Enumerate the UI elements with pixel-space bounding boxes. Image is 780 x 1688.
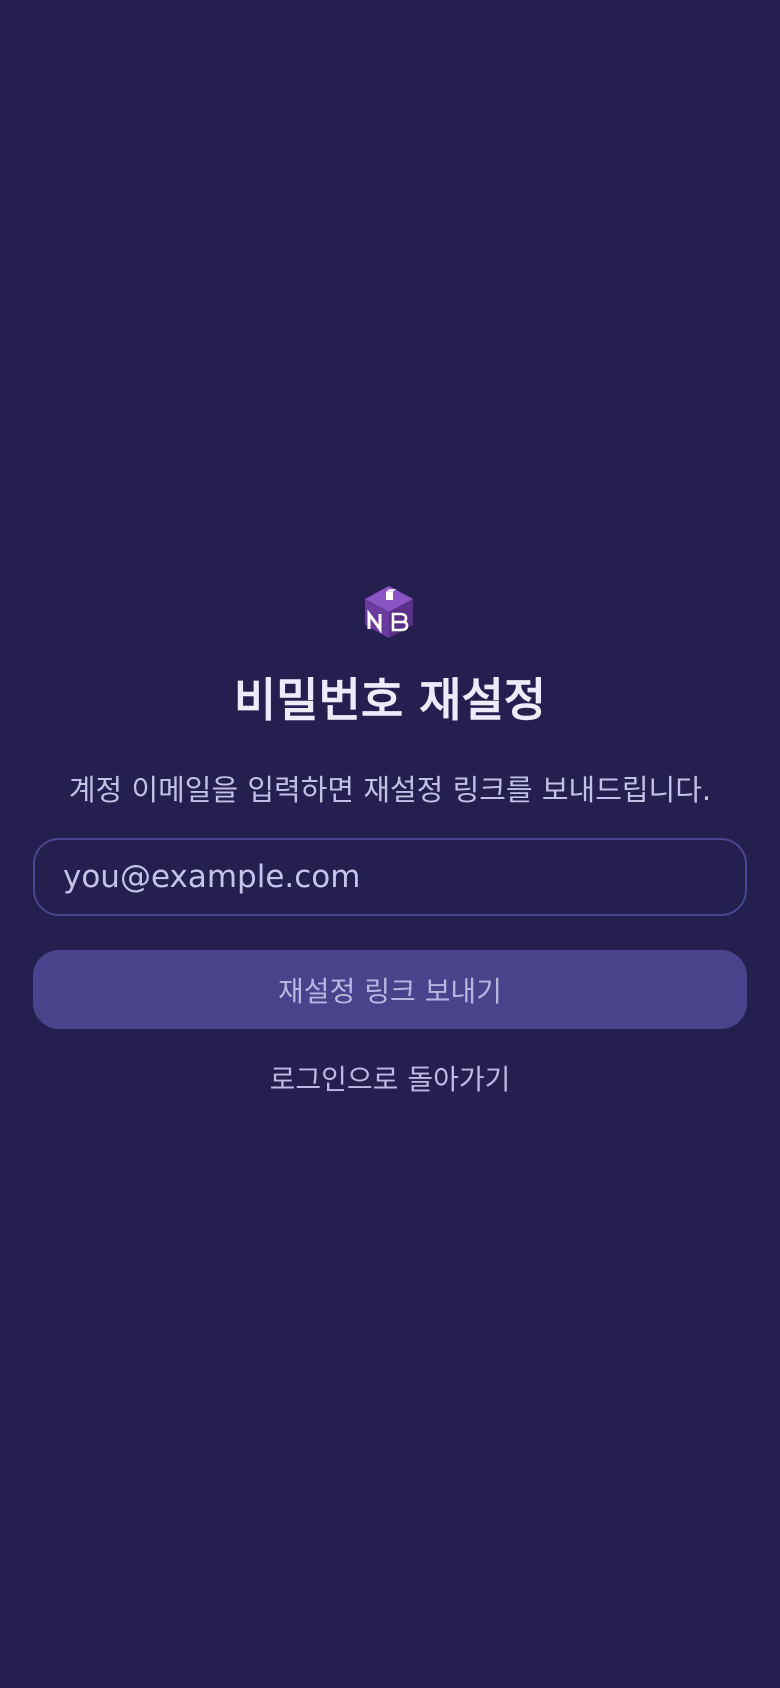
instruction-text: 계정 이메일을 입력하면 재설정 링크를 보내드립니다. [68,773,712,807]
nb-cube-logo-icon [362,584,416,640]
send-reset-link-button[interactable]: 재설정 링크 보내기 [33,950,747,1029]
password-reset-screen: 비밀번호 재설정 계정 이메일을 입력하면 재설정 링크를 보내드립니다. 재설… [0,0,780,1688]
back-to-login-link[interactable]: 로그인으로 돌아가기 [0,1060,780,1100]
email-field[interactable] [33,838,747,916]
page-title: 비밀번호 재설정 [233,673,547,727]
